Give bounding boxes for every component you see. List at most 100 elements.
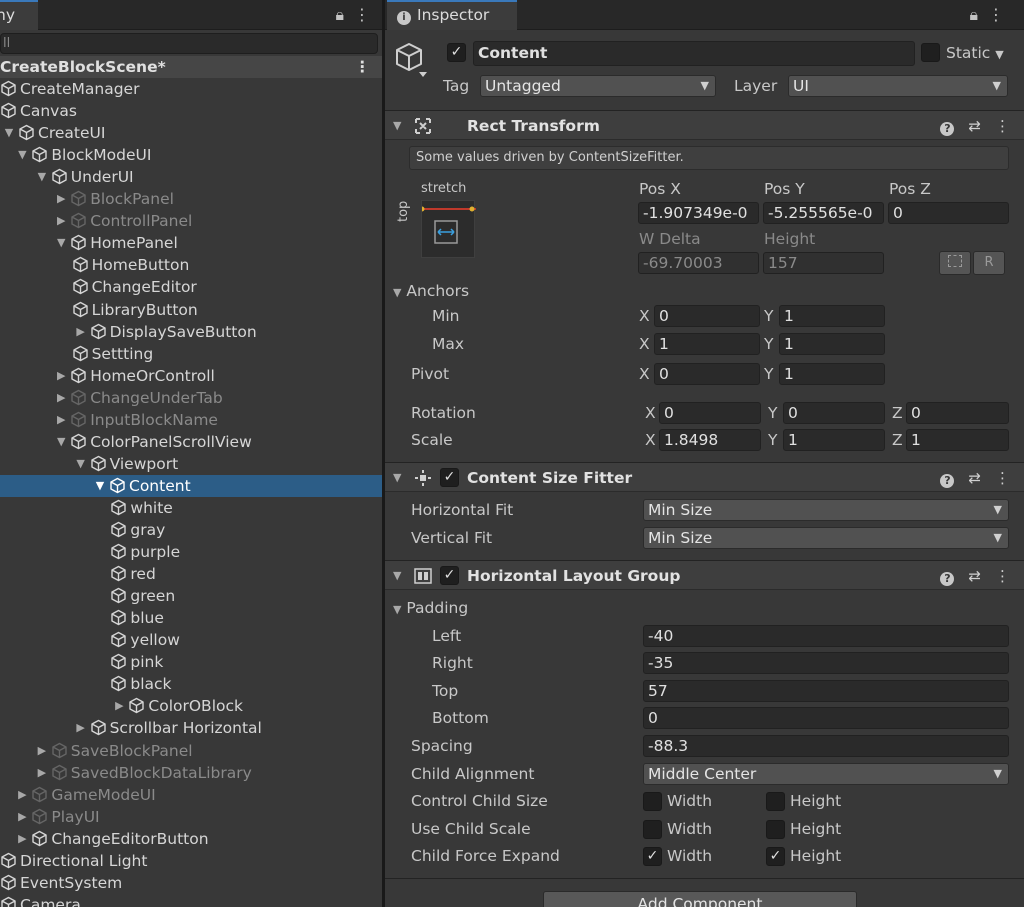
hierarchy-item[interactable]: EventSystem [0,872,382,894]
anchor-min-x-input[interactable]: 0 [654,305,760,327]
hierarchy-item[interactable]: blue [0,607,382,629]
hierarchy-item[interactable]: red [0,563,382,585]
child-alignment-dropdown[interactable]: Middle Center ▼ [643,763,1009,785]
hierarchy-item[interactable]: ▶ ChangeUnderTab [0,387,382,409]
spacing-input[interactable]: -88.3 [643,735,1009,757]
pos-x-input[interactable]: -1.907349e-0 [638,202,759,224]
foldout-arrow-icon[interactable]: ▼ [393,561,401,591]
static-dropdown[interactable]: Static ▼ [946,42,1004,66]
hierarchy-item[interactable]: Settting [0,343,382,365]
active-checkbox[interactable]: ✓ [447,43,466,62]
presets-icon[interactable]: ⇄ [968,561,981,591]
anchor-min-y-input[interactable]: 1 [779,305,885,327]
anchor-max-x-input[interactable]: 1 [654,333,760,355]
padding-right-input[interactable]: -35 [643,652,1009,674]
hierarchy-item[interactable]: ▶ ColorOBlock [0,695,382,717]
padding-bottom-input[interactable]: 0 [643,707,1009,729]
expanded-arrow-icon[interactable]: ▼ [91,475,109,497]
presets-icon[interactable]: ⇄ [968,463,981,493]
object-name-input[interactable]: Content [473,41,915,66]
expanded-arrow-icon[interactable]: ▼ [52,232,70,254]
component-menu-icon[interactable]: ⋮ [995,561,1010,591]
expanded-arrow-icon[interactable]: ▼ [0,122,18,144]
hierarchy-item[interactable]: LibraryButton [0,299,382,321]
collapsed-arrow-icon[interactable]: ▶ [52,387,70,409]
scale-width-checkbox[interactable] [643,820,662,839]
hierarchy-item[interactable]: ▼ HomePanel [0,232,382,254]
collapsed-arrow-icon[interactable]: ▶ [33,762,51,784]
hierarchy-item[interactable]: Directional Light [0,850,382,872]
layer-dropdown[interactable]: UI ▼ [788,75,1008,97]
add-component-button[interactable]: Add Component [543,891,857,907]
more-menu-icon[interactable]: ⋮ [988,0,1004,30]
hierarchy-item[interactable]: ▶ SavedBlockDataLibrary [0,762,382,784]
hierarchy-item[interactable]: ▼ UnderUI [0,166,382,188]
presets-icon[interactable]: ⇄ [968,111,981,141]
anchor-preset-button[interactable] [419,200,476,258]
static-checkbox[interactable] [921,43,940,62]
inspector-tab[interactable]: i Inspector [387,0,517,30]
rect-transform-header[interactable]: ▼ Rect Transform ? ⇄ ⋮ [385,110,1024,140]
scene-header[interactable]: CreateBlockScene* ⋮ [0,56,382,78]
hierarchy-item[interactable]: ▶ DisplaySaveButton [0,321,382,343]
hierarchy-item[interactable]: ▼ ColorPanelScrollView [0,431,382,453]
padding-left-input[interactable]: -40 [643,625,1009,647]
lock-icon[interactable]: 🔒︎ [335,0,344,30]
hierarchy-tab[interactable]: ny [0,0,38,30]
horizontal-fit-dropdown[interactable]: Min Size ▼ [643,499,1009,521]
padding-top-input[interactable]: 57 [643,680,1009,702]
help-icon[interactable]: ? [940,122,955,136]
expand-width-checkbox[interactable]: ✓ [643,847,662,866]
content-size-fitter-header[interactable]: ▼ ✓ Content Size Fitter ? ⇄ ⋮ [385,462,1024,492]
hierarchy-item[interactable]: black [0,673,382,695]
hierarchy-item[interactable]: ▶ ControllPanel [0,210,382,232]
collapsed-arrow-icon[interactable]: ▶ [13,784,31,806]
scale-z-input[interactable]: 1 [906,429,1009,451]
rotation-x-input[interactable]: 0 [659,402,761,424]
control-height-checkbox[interactable] [766,792,785,811]
foldout-arrow-icon[interactable]: ▼ [393,463,401,493]
horizontal-layout-group-header[interactable]: ▼ ✓ Horizontal Layout Group ? ⇄ ⋮ [385,560,1024,590]
hierarchy-item[interactable]: ▶ SaveBlockPanel [0,740,382,762]
pivot-x-input[interactable]: 0 [654,363,760,385]
scale-height-checkbox[interactable] [766,820,785,839]
scale-x-input[interactable]: 1.8498 [659,429,761,451]
more-menu-icon[interactable]: ⋮ [354,0,370,30]
control-width-checkbox[interactable] [643,792,662,811]
expanded-arrow-icon[interactable]: ▼ [33,166,51,188]
collapsed-arrow-icon[interactable]: ▶ [13,806,31,828]
rotation-z-input[interactable]: 0 [906,402,1009,424]
anchors-foldout[interactable]: ▼ Anchors [393,280,469,304]
hierarchy-item[interactable]: ▼ Viewport [0,453,382,475]
hierarchy-item[interactable]: green [0,585,382,607]
anchor-max-y-input[interactable]: 1 [779,333,885,355]
collapsed-arrow-icon[interactable]: ▶ [52,210,70,232]
pos-y-input[interactable]: -5.255565e-0 [763,202,884,224]
hierarchy-item[interactable]: ▶ ChangeEditorButton [0,828,382,850]
help-icon[interactable]: ? [940,474,955,488]
pivot-y-input[interactable]: 1 [779,363,885,385]
hierarchy-item[interactable]: Canvas [0,100,382,122]
hierarchy-item[interactable]: white [0,497,382,519]
scene-menu-icon[interactable]: ⋮ [355,56,371,78]
expanded-arrow-icon[interactable]: ▼ [52,431,70,453]
hierarchy-item[interactable]: ▶ Scrollbar Horizontal [0,717,382,739]
hierarchy-item[interactable]: yellow [0,629,382,651]
hierarchy-item[interactable]: HomeButton [0,254,382,276]
collapsed-arrow-icon[interactable]: ▶ [52,188,70,210]
collapsed-arrow-icon[interactable]: ▶ [72,717,90,739]
gameobject-cube-icon[interactable] [393,40,429,80]
raw-edit-button[interactable]: R [973,251,1005,275]
hierarchy-item[interactable]: purple [0,541,382,563]
collapsed-arrow-icon[interactable]: ▶ [110,695,128,717]
collapsed-arrow-icon[interactable]: ▶ [72,321,90,343]
hierarchy-item[interactable]: ▶ GameModeUI [0,784,382,806]
blueprint-mode-button[interactable] [939,251,971,275]
help-icon[interactable]: ? [940,572,955,586]
horizontal-layout-enabled-checkbox[interactable]: ✓ [440,566,459,585]
hierarchy-item[interactable]: CreateManager [0,78,382,100]
hierarchy-item[interactable]: ▶ BlockPanel [0,188,382,210]
lock-icon[interactable]: 🔒︎ [969,0,978,30]
hierarchy-search-input[interactable]: ll [0,33,378,54]
scale-y-input[interactable]: 1 [783,429,885,451]
